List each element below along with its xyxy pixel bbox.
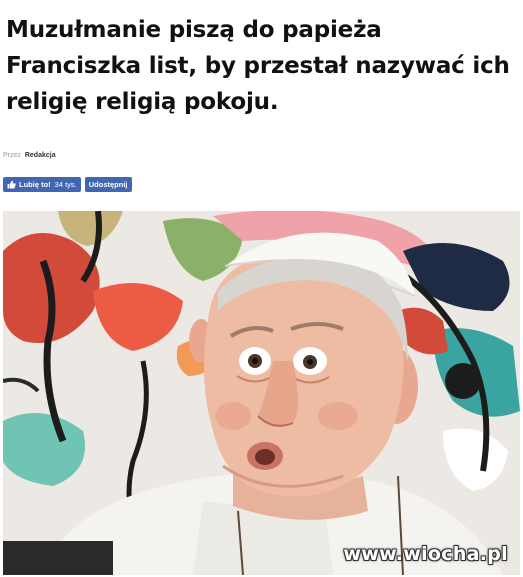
byline-prefix: Przez — [3, 152, 21, 159]
page: Muzułmanie piszą do papieża Franciszka l… — [0, 0, 523, 577]
article-headline: Muzułmanie piszą do papieża Franciszka l… — [6, 17, 510, 115]
like-count: 34 tys. — [54, 180, 77, 189]
share-label: Udostępnij — [88, 180, 128, 189]
like-label: Lubię to! — [19, 180, 51, 189]
photo-illustration — [3, 211, 520, 575]
social-buttons: Lubię to! 34 tys. Udostępnij — [3, 177, 132, 192]
thumbs-up-icon — [7, 180, 16, 189]
watermark-text: www.wiocha.pl — [343, 543, 508, 565]
facebook-share-button[interactable]: Udostępnij — [84, 177, 132, 192]
facebook-like-button[interactable]: Lubię to! 34 tys. — [3, 177, 81, 192]
byline: Przez Redakcja — [3, 152, 56, 159]
article-photo: www.wiocha.pl — [3, 211, 520, 575]
byline-author-link[interactable]: Redakcja — [25, 152, 56, 159]
